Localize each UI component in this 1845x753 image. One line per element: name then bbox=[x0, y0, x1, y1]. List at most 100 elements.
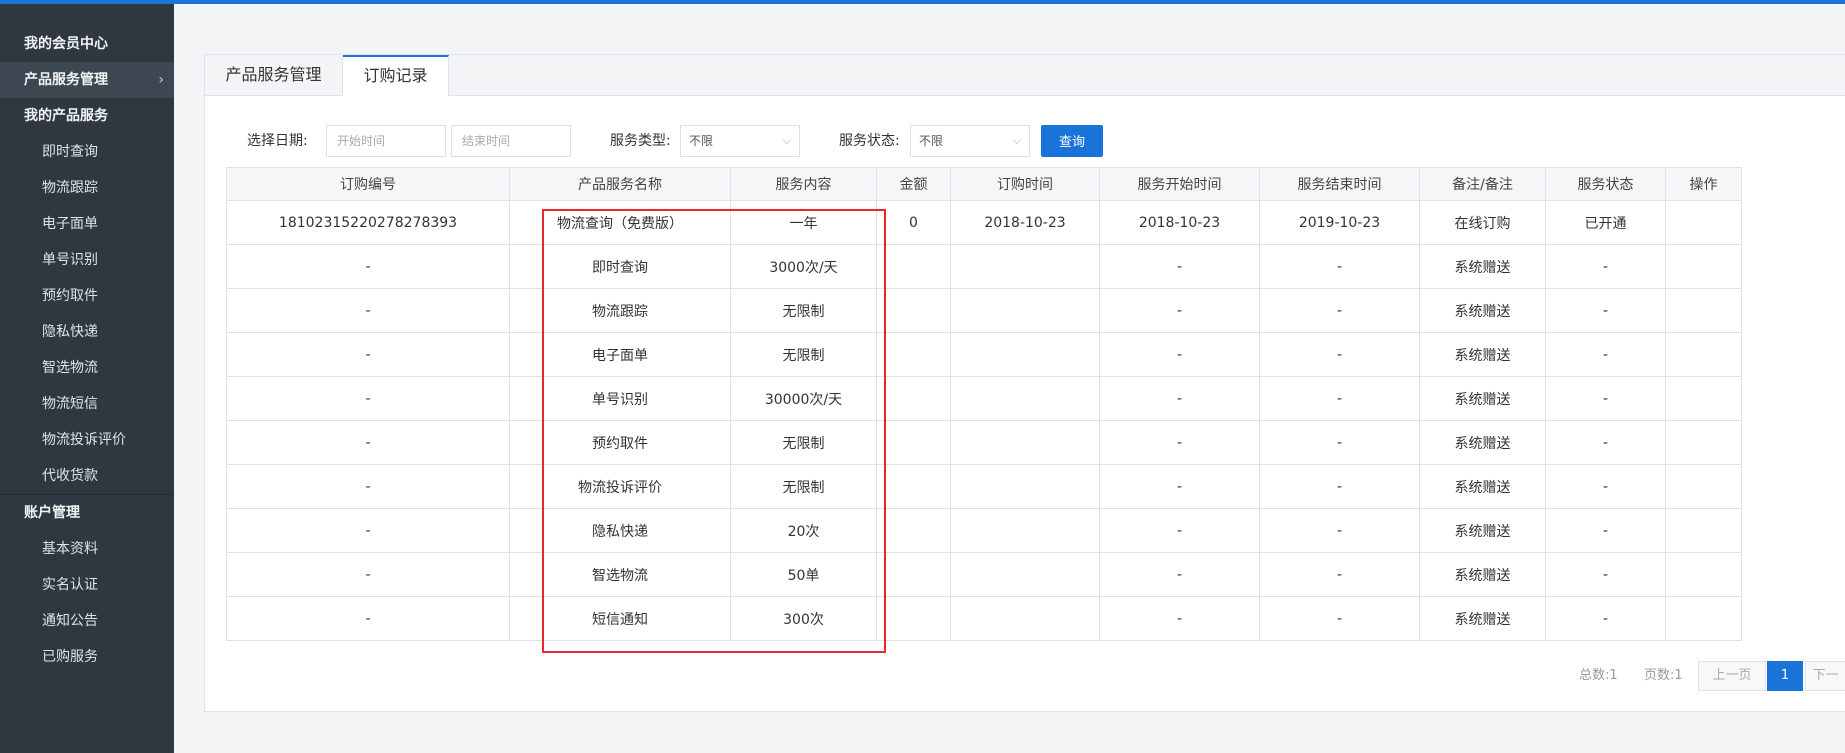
table-cell bbox=[1665, 288, 1742, 333]
table-cell bbox=[1665, 200, 1742, 245]
table-cell: 系统赠送 bbox=[1419, 464, 1546, 509]
sidebar-section-member-center[interactable]: 我的会员中心 bbox=[0, 26, 174, 62]
next-page-button[interactable]: 下一 bbox=[1805, 661, 1845, 691]
table-cell: 50单 bbox=[730, 552, 877, 597]
table-cell: 无限制 bbox=[730, 332, 877, 377]
sidebar-item[interactable]: 实名认证 bbox=[0, 567, 174, 603]
table-cell bbox=[876, 552, 951, 597]
tab-bar: 产品服务管理 订购记录 bbox=[205, 55, 1845, 96]
sidebar-item[interactable]: 已购服务 bbox=[0, 639, 174, 675]
table-cell bbox=[876, 244, 951, 289]
table-cell: - bbox=[226, 508, 510, 553]
table-cell: - bbox=[1099, 376, 1260, 421]
sidebar-item[interactable]: 单号识别 bbox=[0, 242, 174, 278]
sidebar-item[interactable]: 预约取件 bbox=[0, 278, 174, 314]
table-cell bbox=[1665, 596, 1742, 641]
table-cell: 物流跟踪 bbox=[509, 288, 731, 333]
table-cell: - bbox=[1099, 332, 1260, 377]
table-row: - 隐私快递 20次 - - 系统赠送 - bbox=[226, 508, 1742, 553]
sidebar-item[interactable]: 智选物流 bbox=[0, 350, 174, 386]
table-cell: - bbox=[1259, 464, 1420, 509]
service-status-label: 服务状态: bbox=[839, 133, 900, 149]
sidebar-item[interactable]: 物流短信 bbox=[0, 386, 174, 422]
service-type-select[interactable]: 不限 ⌵ bbox=[680, 125, 800, 157]
table-cell: - bbox=[226, 288, 510, 333]
sidebar-section-my-products[interactable]: 我的产品服务 bbox=[0, 98, 174, 134]
table-cell: 系统赠送 bbox=[1419, 244, 1546, 289]
table-cell: - bbox=[1259, 244, 1420, 289]
order-records-table: 订购编号 产品服务名称 服务内容 金额 订购时间 服务开始时间 服务结束时间 备注/备注 服务状… bbox=[226, 167, 1742, 641]
table-cell bbox=[950, 552, 1100, 597]
sidebar-section-account[interactable]: 账户管理 bbox=[0, 495, 174, 531]
start-date-input[interactable] bbox=[326, 125, 446, 157]
table-row: - 智选物流 50单 - - 系统赠送 - bbox=[226, 552, 1742, 597]
table-cell: 系统赠送 bbox=[1419, 376, 1546, 421]
table-cell: 2018-10-23 bbox=[1099, 200, 1260, 245]
table-cell: 0 bbox=[876, 200, 951, 245]
sidebar-item[interactable]: 即时查询 bbox=[0, 134, 174, 170]
table-row: - 短信通知 300次 - - 系统赠送 - bbox=[226, 596, 1742, 641]
table-cell: - bbox=[1259, 288, 1420, 333]
table-cell bbox=[876, 464, 951, 509]
table-cell bbox=[950, 376, 1100, 421]
table-cell: 在线订购 bbox=[1419, 200, 1546, 245]
table-cell: - bbox=[1259, 420, 1420, 465]
table-cell: - bbox=[1545, 596, 1666, 641]
table-cell bbox=[950, 420, 1100, 465]
column-header: 服务结束时间 bbox=[1259, 167, 1420, 201]
table-cell: - bbox=[1545, 288, 1666, 333]
chevron-down-icon: ⌵ bbox=[782, 134, 791, 147]
pagination: 总数:1 页数:1 上一页 1 下一 bbox=[205, 661, 1845, 691]
table-cell: 系统赠送 bbox=[1419, 332, 1546, 377]
sidebar-item[interactable]: 通知公告 bbox=[0, 603, 174, 639]
table-cell: 2019-10-23 bbox=[1259, 200, 1420, 245]
table-cell: 物流投诉评价 bbox=[509, 464, 731, 509]
table-cell bbox=[1665, 552, 1742, 597]
sidebar-item[interactable]: 隐私快递 bbox=[0, 314, 174, 350]
sidebar-item[interactable]: 电子面单 bbox=[0, 206, 174, 242]
table-cell: - bbox=[1545, 420, 1666, 465]
end-date-input[interactable] bbox=[451, 125, 571, 157]
table-row: - 即时查询 3000次/天 - - 系统赠送 - bbox=[226, 244, 1742, 289]
table-cell bbox=[1665, 508, 1742, 553]
service-status-value: 不限 bbox=[919, 134, 944, 148]
page-button-1[interactable]: 1 bbox=[1767, 661, 1803, 691]
table-cell: 系统赠送 bbox=[1419, 420, 1546, 465]
column-header: 操作 bbox=[1665, 167, 1742, 201]
sidebar-section-product-service-mgmt[interactable]: 产品服务管理 › bbox=[0, 62, 174, 98]
table-cell: - bbox=[1545, 464, 1666, 509]
table-cell bbox=[1665, 420, 1742, 465]
table-cell: - bbox=[1545, 508, 1666, 553]
page-count: 页数:1 bbox=[1644, 668, 1683, 683]
main-panel: 产品服务管理 订购记录 选择日期: 服务类型: 不限 ⌵ 服务状态: 不限 ⌵ … bbox=[204, 54, 1845, 712]
table-cell: - bbox=[1259, 508, 1420, 553]
table-cell: - bbox=[1099, 420, 1260, 465]
table-cell: - bbox=[1259, 332, 1420, 377]
sidebar-item[interactable]: 基本资料 bbox=[0, 531, 174, 567]
sidebar-item[interactable]: 物流投诉评价 bbox=[0, 422, 174, 458]
service-status-select[interactable]: 不限 ⌵ bbox=[910, 125, 1030, 157]
table-cell bbox=[950, 288, 1100, 333]
service-type-label: 服务类型: bbox=[610, 133, 671, 149]
table-cell: 已开通 bbox=[1545, 200, 1666, 245]
table-cell: - bbox=[226, 464, 510, 509]
prev-page-button[interactable]: 上一页 bbox=[1698, 661, 1766, 691]
query-button[interactable]: 查询 bbox=[1041, 125, 1103, 157]
table-cell bbox=[1665, 332, 1742, 377]
sidebar-section-label: 产品服务管理 bbox=[24, 72, 108, 88]
table-cell bbox=[1665, 376, 1742, 421]
table-cell: 预约取件 bbox=[509, 420, 731, 465]
table-cell: 无限制 bbox=[730, 464, 877, 509]
sidebar-item[interactable]: 代收货款 bbox=[0, 458, 174, 494]
sidebar-item[interactable]: 物流跟踪 bbox=[0, 170, 174, 206]
column-header: 订购时间 bbox=[950, 167, 1100, 201]
table-cell: 系统赠送 bbox=[1419, 552, 1546, 597]
table-row: - 预约取件 无限制 - - 系统赠送 - bbox=[226, 420, 1742, 465]
tab-product-service-mgmt[interactable]: 产品服务管理 bbox=[205, 55, 343, 95]
table-cell: - bbox=[1259, 552, 1420, 597]
table-cell bbox=[950, 464, 1100, 509]
column-header: 服务状态 bbox=[1545, 167, 1666, 201]
table-cell: - bbox=[226, 552, 510, 597]
table-cell: 短信通知 bbox=[509, 596, 731, 641]
tab-order-records[interactable]: 订购记录 bbox=[343, 55, 449, 96]
